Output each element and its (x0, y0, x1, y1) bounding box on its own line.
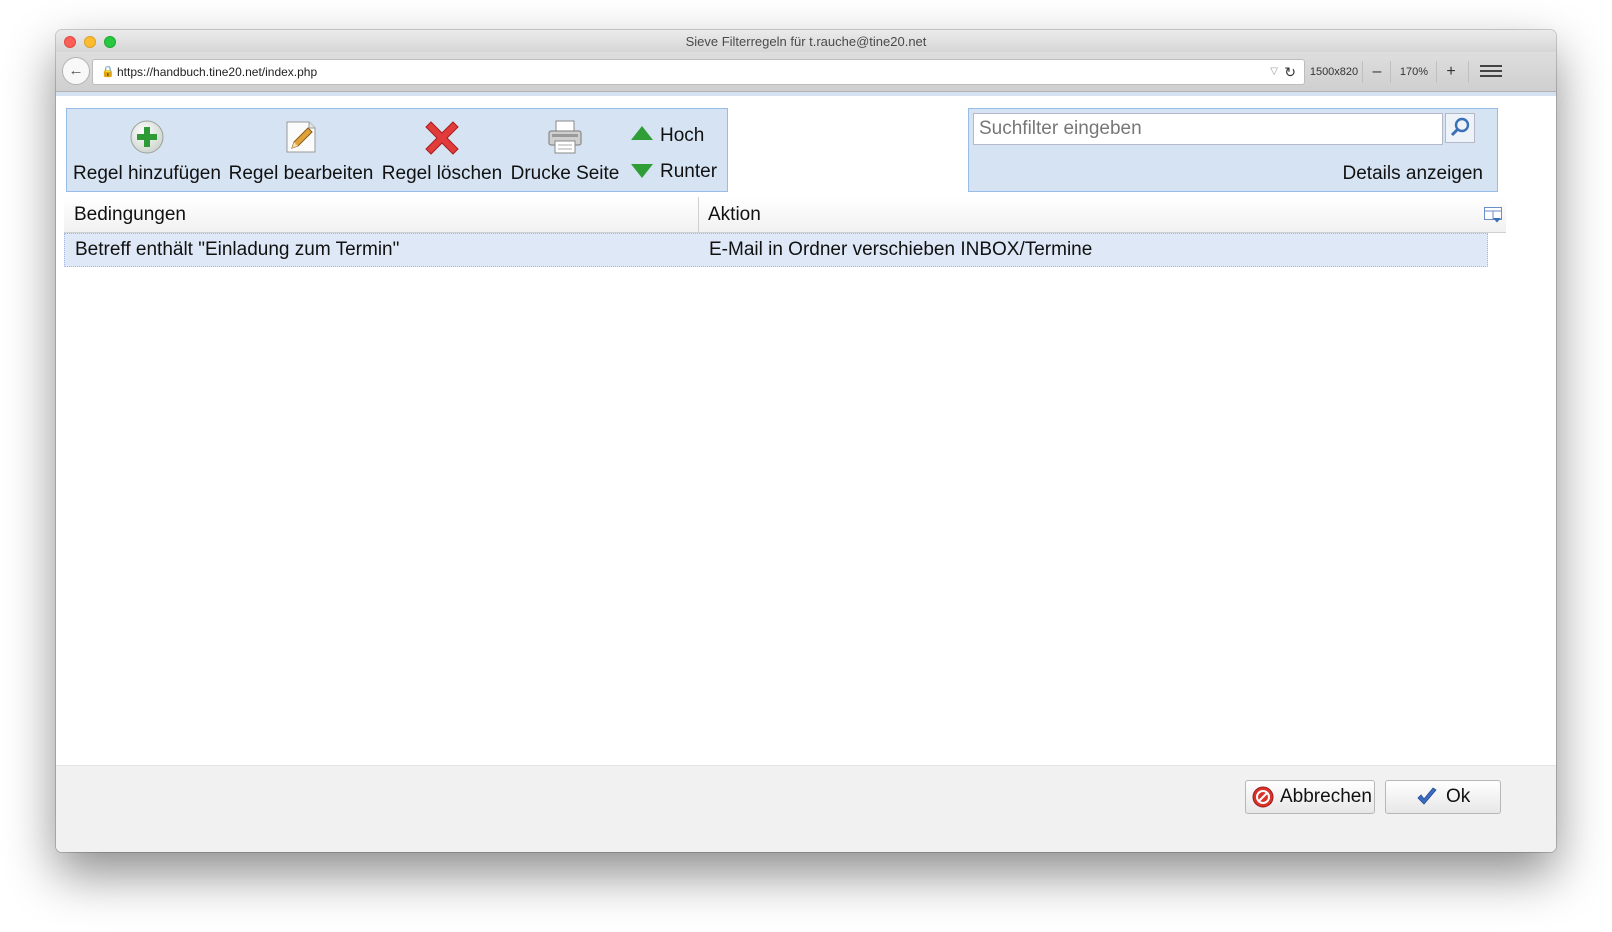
url-text: https://handbuch.tine20.net/index.php (117, 65, 318, 79)
toolbar-divider (1362, 61, 1363, 83)
edit-pencil-icon (286, 121, 316, 153)
arrow-up-icon (631, 126, 653, 140)
grid-header: Bedingungen Aktion (64, 197, 1506, 233)
move-up-label: Hoch (660, 125, 705, 146)
rule-action-cell: E-Mail in Ordner verschieben INBOX/Termi… (709, 239, 1093, 260)
column-chooser-icon[interactable] (1484, 207, 1502, 223)
move-buttons: Hoch Runter (631, 121, 717, 193)
zoom-level[interactable]: 170% (1394, 59, 1434, 85)
ok-label: Ok (1446, 786, 1471, 807)
cancel-icon (1252, 786, 1274, 808)
window-titlebar: Sieve Filterregeln für t.rauche@tine20.n… (56, 30, 1556, 52)
search-toolbar: Suchfilter eingeben Details anzeigen (968, 108, 1498, 192)
search-icon (1450, 117, 1470, 137)
minimize-window-button[interactable] (84, 36, 96, 48)
edit-rule-label: Regel bearbeiten (228, 163, 374, 184)
dialog-footer: Abbrechen Ok (56, 765, 1556, 852)
rule-condition-cell: Betreff enthält "Einladung zum Termin" (75, 239, 400, 260)
arrow-down-icon (631, 164, 653, 178)
column-header-action[interactable]: Aktion (708, 197, 761, 233)
column-header-conditions[interactable]: Bedingungen (74, 197, 186, 233)
viewport-size-button[interactable]: 1500x820 (1308, 59, 1360, 85)
column-divider[interactable] (698, 197, 699, 233)
edit-rule-button[interactable]: Regel bearbeiten (227, 109, 375, 193)
delete-rule-button[interactable]: Regel löschen (381, 109, 503, 193)
toolbar-divider (1468, 61, 1469, 83)
cancel-button[interactable]: Abbrechen (1245, 780, 1375, 814)
zoom-in-button[interactable]: + (1440, 59, 1462, 85)
url-dropdown-icon[interactable]: ▽ (1270, 60, 1278, 84)
back-button[interactable]: ← (62, 57, 90, 85)
browser-navbar: ← 🔒 https://handbuch.tine20.net/index.ph… (56, 52, 1556, 92)
move-down-button[interactable]: Runter (631, 157, 717, 193)
add-icon (130, 120, 164, 154)
delete-rule-label: Regel löschen (381, 163, 503, 184)
address-bar[interactable]: 🔒 https://handbuch.tine20.net/index.php … (92, 59, 1305, 85)
reload-icon[interactable]: ↻ (1284, 60, 1296, 84)
checkmark-icon (1417, 787, 1437, 805)
search-button[interactable] (1445, 113, 1475, 143)
sieve-dialog-content: Regel hinzufügen Regel bearbeiten Regel … (56, 92, 1556, 765)
back-arrow-icon: ← (68, 62, 84, 79)
print-page-label: Drucke Seite (510, 163, 620, 184)
toolbar-divider (1390, 61, 1391, 83)
add-rule-label: Regel hinzufügen (73, 163, 221, 184)
toolbar-divider (1436, 61, 1437, 83)
app-window: Sieve Filterregeln für t.rauche@tine20.n… (56, 30, 1556, 852)
print-page-button[interactable]: Drucke Seite (509, 109, 621, 193)
maximize-window-button[interactable] (104, 36, 116, 48)
details-toggle-button[interactable]: Details anzeigen (1343, 163, 1483, 185)
delete-x-icon (425, 121, 459, 155)
ok-button[interactable]: Ok (1385, 780, 1501, 814)
action-toolbar: Regel hinzufügen Regel bearbeiten Regel … (66, 108, 728, 192)
lock-icon: 🔒 (101, 66, 115, 78)
window-title: Sieve Filterregeln für t.rauche@tine20.n… (685, 34, 927, 49)
cancel-label: Abbrechen (1280, 786, 1372, 807)
search-input[interactable]: Suchfilter eingeben (973, 113, 1443, 145)
printer-icon (548, 120, 582, 154)
move-up-button[interactable]: Hoch (631, 121, 717, 157)
zoom-out-button[interactable]: – (1366, 59, 1388, 85)
menu-icon[interactable] (1480, 62, 1502, 82)
table-row[interactable]: Betreff enthält "Einladung zum Termin" E… (64, 233, 1488, 267)
close-window-button[interactable] (64, 36, 76, 48)
add-rule-button[interactable]: Regel hinzufügen (73, 109, 221, 193)
move-down-label: Runter (660, 161, 718, 182)
